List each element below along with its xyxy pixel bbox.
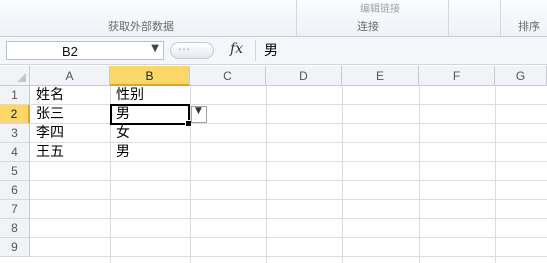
name-box[interactable]: B2 ▼ (6, 41, 164, 60)
row-header-3[interactable]: 3 (0, 124, 30, 143)
name-box-value: B2 (62, 44, 78, 59)
column-header-d[interactable]: D (266, 66, 342, 86)
chevron-down-icon[interactable]: ▼ (151, 43, 159, 54)
column-header-a[interactable]: A (30, 66, 110, 86)
formula-input[interactable]: 男 (264, 40, 278, 60)
row-header-6[interactable]: 6 (0, 181, 30, 200)
row-header-7[interactable]: 7 (0, 200, 30, 219)
insert-function-button[interactable]: fx (230, 41, 243, 57)
cell-a3[interactable]: 李四 (32, 124, 64, 143)
grid-line (30, 199, 547, 200)
formula-bar-divider (255, 40, 256, 61)
row-header-5[interactable]: 5 (0, 162, 30, 181)
grid-line (30, 218, 547, 219)
row-header-4[interactable]: 4 (0, 143, 30, 162)
ribbon: 编辑链接 获取外部数据 连接 排序 (0, 0, 547, 37)
cell-b3[interactable]: 女 (112, 124, 130, 143)
select-all-button[interactable] (0, 66, 30, 86)
grid-line (30, 142, 547, 143)
row-header-8[interactable]: 8 (0, 219, 30, 238)
chevron-down-icon: ▼ (195, 106, 202, 116)
ribbon-separator (500, 0, 501, 36)
group-label-connections: 连接 (357, 20, 379, 33)
column-header-e[interactable]: E (342, 66, 419, 86)
grid-line (30, 123, 547, 124)
row-header-2[interactable]: 2 (0, 105, 30, 124)
formula-bar: B2 ▼ ⋯ fx 男 (0, 37, 547, 65)
cell-a2[interactable]: 张三 (32, 105, 64, 124)
group-label-get-external-data: 获取外部数据 (108, 20, 174, 33)
group-label-sort-filter: 排序 (518, 20, 540, 33)
grid-line (30, 180, 547, 181)
grid-line (30, 161, 547, 162)
validation-dropdown-button[interactable]: ▼ (191, 106, 207, 123)
row-header-1[interactable]: 1 (0, 86, 30, 105)
dots-icon: ⋯ (178, 42, 190, 56)
cell-a1[interactable]: 姓名 (32, 86, 64, 105)
edit-links-button[interactable]: 编辑链接 (360, 0, 400, 15)
grid-line (30, 104, 547, 105)
cell-b4[interactable]: 男 (112, 143, 130, 162)
row-header-9[interactable]: 9 (0, 238, 30, 257)
ribbon-separator (296, 0, 297, 36)
active-cell-border (110, 104, 192, 127)
ribbon-separator (448, 0, 449, 36)
column-header-g[interactable]: G (495, 66, 547, 86)
select-all-triangle-icon (17, 73, 26, 82)
cell-b1[interactable]: 性别 (112, 86, 144, 105)
grid-line (30, 256, 547, 257)
column-header-b[interactable]: B (110, 66, 190, 86)
grid-line (30, 237, 547, 238)
formula-bar-expand-control[interactable]: ⋯ (170, 42, 214, 59)
cell-a4[interactable]: 王五 (32, 143, 64, 162)
column-header-c[interactable]: C (190, 66, 266, 86)
column-header-f[interactable]: F (419, 66, 495, 86)
